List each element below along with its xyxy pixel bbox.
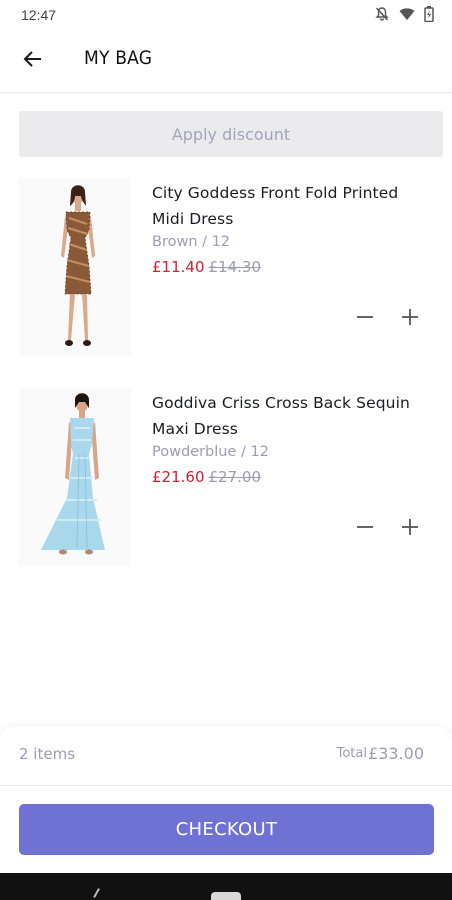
page-title: MY BAG <box>84 47 153 69</box>
product-image[interactable] <box>19 178 131 356</box>
minus-icon <box>355 307 375 332</box>
wifi-icon <box>399 7 415 26</box>
status-time: 12:47 <box>21 7 57 23</box>
plus-icon <box>400 307 420 332</box>
sale-price: £21.60 <box>152 468 205 486</box>
product-price: £11.40 £14.30 <box>152 258 261 276</box>
total-value: £33.00 <box>368 744 424 763</box>
increase-quantity-button[interactable] <box>397 516 423 542</box>
product-price: £21.60 £27.00 <box>152 468 261 486</box>
sale-price: £11.40 <box>152 258 205 276</box>
decrease-quantity-button[interactable] <box>352 306 378 332</box>
product-name[interactable]: Goddiva Criss Cross Back Sequin Maxi Dre… <box>152 390 422 442</box>
items-count: 2 items <box>19 745 76 763</box>
product-variant: Powderblue / 12 <box>152 444 269 460</box>
original-price: £14.30 <box>208 258 262 276</box>
increase-quantity-button[interactable] <box>397 306 423 332</box>
nav-back-icon[interactable] <box>93 888 107 900</box>
checkout-button[interactable]: CHECKOUT <box>19 804 434 855</box>
app-bar: MY BAG <box>0 30 452 93</box>
decrease-quantity-button[interactable] <box>352 516 378 542</box>
nav-home-icon[interactable] <box>211 892 241 900</box>
back-button[interactable] <box>19 47 47 75</box>
plus-icon <box>400 517 420 542</box>
status-icons <box>374 6 434 27</box>
cart-item: Goddiva Criss Cross Back Sequin Maxi Dre… <box>0 388 452 578</box>
summary-row: 2 items Total £33.00 <box>0 726 452 786</box>
original-price: £27.00 <box>208 468 262 486</box>
notifications-off-icon <box>374 6 390 27</box>
minus-icon <box>355 517 375 542</box>
product-variant: Brown / 12 <box>152 234 231 250</box>
arrow-left-icon <box>23 49 43 74</box>
product-image[interactable] <box>19 388 131 566</box>
total-label: Total <box>336 746 367 761</box>
cart-item: City Goddess Front Fold Printed Midi Dre… <box>0 178 452 368</box>
battery-icon <box>424 6 434 27</box>
status-bar: 12:47 <box>0 0 452 30</box>
product-name[interactable]: City Goddess Front Fold Printed Midi Dre… <box>152 180 422 232</box>
system-nav-bar <box>0 873 452 900</box>
apply-discount-button[interactable]: Apply discount <box>19 111 443 157</box>
